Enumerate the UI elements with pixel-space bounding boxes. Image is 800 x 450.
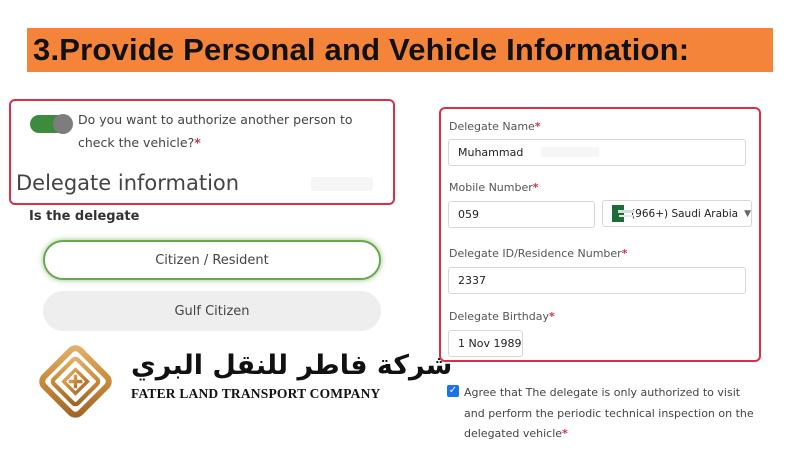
delegate-name-input[interactable]: Muhammad	[448, 139, 746, 166]
authorize-question: Do you want to authorize another person …	[78, 112, 353, 150]
toggle-knob[interactable]	[53, 114, 73, 134]
agreement-text: Agree that The delegate is only authoriz…	[464, 386, 754, 440]
mobile-number-label: Mobile Number*	[449, 181, 539, 194]
delegate-birthday-input[interactable]: 1 Nov 1989	[448, 330, 523, 357]
company-name-english: FATER LAND TRANSPORT COMPANY	[131, 386, 381, 401]
delegate-birthday-label: Delegate Birthday*	[449, 310, 555, 323]
delegate-id-label: Delegate ID/Residence Number*	[449, 247, 628, 260]
chevron-down-icon: ▼	[744, 208, 751, 219]
authorization-box: Do you want to authorize another person …	[9, 99, 395, 205]
delegate-id-input[interactable]: 2337	[448, 267, 746, 294]
citizen-resident-option[interactable]: Citizen / Resident	[43, 240, 381, 280]
authorize-toggle[interactable]	[30, 114, 73, 134]
mobile-number-input[interactable]: 059	[448, 201, 595, 228]
banner-title: 3.Provide Personal and Vehicle Informati…	[33, 32, 690, 67]
company-name-arabic: شركة فاطر للنقل البري	[131, 350, 453, 381]
company-logo-icon	[39, 345, 112, 418]
delegate-type-label: Is the delegate	[29, 209, 140, 224]
agreement-checkbox[interactable]: ✓	[447, 385, 459, 397]
gulf-citizen-option[interactable]: Gulf Citizen	[43, 291, 381, 331]
country-code-select[interactable]: (966+) Saudi Arabia ▼	[602, 200, 752, 227]
delegate-form: Delegate Name* Muhammad Mobile Number* 0…	[439, 107, 761, 362]
saudi-flag-icon	[612, 205, 635, 222]
delegate-info-heading: Delegate information	[16, 171, 240, 195]
delegate-name-label: Delegate Name*	[449, 120, 541, 133]
blurred-text	[311, 177, 373, 191]
blurred-text	[541, 147, 599, 157]
step-banner: 3.Provide Personal and Vehicle Informati…	[27, 28, 773, 72]
required-asterisk: *	[194, 135, 201, 150]
